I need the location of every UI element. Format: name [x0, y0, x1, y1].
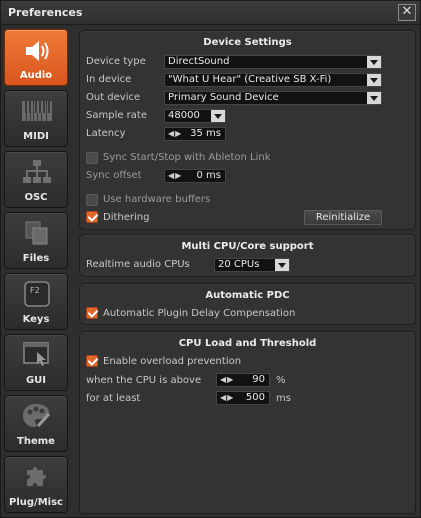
sidebar-item-label: Keys: [22, 314, 50, 325]
chevron-down-icon: [211, 110, 225, 122]
dithering-label: Dithering: [103, 212, 150, 223]
window-cursor-icon: [23, 342, 49, 366]
chevron-down-icon: [367, 92, 381, 104]
keyboard-key-icon: F2: [24, 281, 50, 307]
sidebar-item-label: Audio: [19, 70, 53, 81]
in-device-value: "What U Hear" (Creative SB X-Fi): [168, 74, 332, 85]
latency-spinner[interactable]: ◀▶ 35 ms: [164, 127, 226, 141]
auto-pdc-title: Automatic PDC: [205, 290, 290, 301]
sidebar-item-label: Plug/Misc: [9, 497, 63, 508]
for-at-least-label: for at least: [86, 393, 141, 404]
out-device-value: Primary Sound Device: [168, 92, 279, 103]
dithering-checkbox[interactable]: [86, 211, 98, 223]
sync-offset-label: Sync offset: [86, 170, 142, 181]
sync-offset-spinner[interactable]: ◀▶ 0 ms: [164, 169, 226, 183]
speaker-icon: [26, 41, 49, 61]
sidebar-item-midi[interactable]: MIDI: [4, 90, 68, 147]
plugin-delay-compensation-checkbox[interactable]: [86, 307, 98, 319]
spin-arrows-icon[interactable]: ◀▶: [168, 128, 182, 140]
plugin-delay-compensation-label: Automatic Plugin Delay Compensation: [103, 308, 296, 319]
chevron-down-icon: [367, 74, 381, 86]
overload-prevention-label: Enable overload prevention: [103, 356, 242, 367]
device-type-label: Device type: [86, 56, 146, 67]
out-device-select[interactable]: Primary Sound Device: [164, 91, 382, 105]
for-at-least-spinner[interactable]: ◀▶ 500: [216, 391, 270, 405]
sidebar-item-audio[interactable]: Audio: [4, 29, 68, 86]
multi-cpu-title: Multi CPU/Core support: [181, 241, 314, 252]
cpu-load-panel: CPU Load and Threshold Enable overload p…: [79, 331, 416, 514]
latency-label: Latency: [86, 128, 126, 139]
chevron-down-icon: [275, 259, 289, 271]
sample-rate-select[interactable]: 48000: [164, 109, 226, 123]
sync-link-checkbox[interactable]: [86, 152, 98, 164]
spin-arrows-icon[interactable]: ◀▶: [168, 170, 182, 182]
spin-arrows-icon[interactable]: ◀▶: [220, 374, 234, 386]
cpu-above-spinner[interactable]: ◀▶ 90: [216, 373, 270, 387]
palette-icon: [23, 404, 51, 428]
puzzle-icon: [27, 467, 46, 486]
in-device-label: In device: [86, 74, 132, 85]
files-icon: [25, 221, 48, 245]
cpus-value: 20 CPUs: [218, 259, 260, 270]
device-type-value: DirectSound: [168, 56, 230, 67]
sync-link-label: Sync Start/Stop with Ableton Link: [103, 152, 271, 163]
cpus-label: Realtime audio CPUs: [86, 259, 190, 270]
sidebar-item-label: Theme: [17, 436, 55, 447]
cpu-above-value: 90: [252, 374, 265, 385]
hw-buffers-checkbox[interactable]: [86, 194, 98, 206]
device-type-select[interactable]: DirectSound: [164, 55, 382, 69]
title-bar: Preferences ✕: [1, 1, 420, 25]
sidebar-item-label: Files: [22, 253, 50, 264]
in-device-select[interactable]: "What U Hear" (Creative SB X-Fi): [164, 73, 382, 87]
sidebar-item-keys[interactable]: F2 Keys: [4, 273, 68, 330]
key-glyph: F2: [30, 286, 40, 295]
chevron-down-icon: [367, 56, 381, 68]
piano-keys-icon: [22, 101, 52, 121]
sidebar-item-files[interactable]: Files: [4, 212, 68, 269]
sidebar-item-label: OSC: [24, 192, 48, 203]
close-button[interactable]: ✕: [398, 4, 416, 21]
cpu-load-title: CPU Load and Threshold: [178, 338, 317, 349]
sidebar-item-label: MIDI: [23, 131, 49, 142]
preferences-window: Preferences ✕ Audio MIDI OSC Files F2 Ke…: [0, 0, 421, 518]
latency-value: 35 ms: [190, 128, 221, 139]
sidebar-item-osc[interactable]: OSC: [4, 151, 68, 208]
cpus-select[interactable]: 20 CPUs: [214, 258, 290, 272]
overload-prevention-checkbox[interactable]: [86, 355, 98, 367]
device-settings-panel: Device Settings Device type DirectSound …: [79, 30, 416, 230]
multi-cpu-panel: Multi CPU/Core support Realtime audio CP…: [79, 234, 416, 277]
for-at-least-unit: ms: [276, 393, 291, 404]
sidebar-item-plug-misc[interactable]: Plug/Misc: [4, 456, 68, 513]
cpu-above-unit: %: [276, 375, 286, 386]
sample-rate-label: Sample rate: [86, 110, 147, 121]
spin-arrows-icon[interactable]: ◀▶: [220, 392, 234, 404]
sample-rate-value: 48000: [168, 110, 200, 121]
hw-buffers-label: Use hardware buffers: [103, 194, 211, 205]
sidebar-item-label: GUI: [25, 375, 47, 386]
sidebar-item-gui[interactable]: GUI: [4, 334, 68, 391]
out-device-label: Out device: [86, 92, 141, 103]
device-settings-title: Device Settings: [203, 37, 292, 48]
reinitialize-button[interactable]: Reinitialize: [304, 210, 382, 225]
auto-pdc-panel: Automatic PDC Automatic Plugin Delay Com…: [79, 283, 416, 325]
sidebar-item-theme[interactable]: Theme: [4, 395, 68, 452]
window-title: Preferences: [8, 6, 83, 19]
sync-offset-value: 0 ms: [196, 170, 222, 181]
cpu-above-label: when the CPU is above: [86, 375, 202, 386]
network-tree-icon: [23, 160, 51, 183]
for-at-least-value: 500: [245, 392, 265, 403]
